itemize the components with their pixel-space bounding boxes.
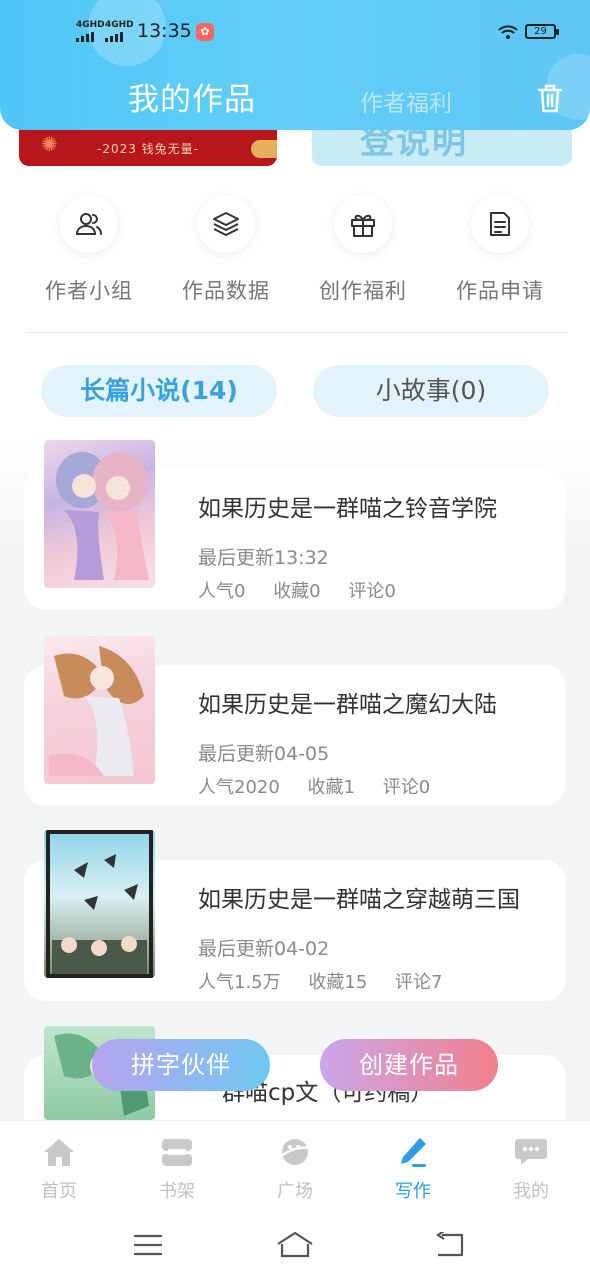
home-button-icon[interactable] — [275, 1230, 315, 1260]
work-favorites: 收藏15 — [308, 972, 368, 993]
nav-mine[interactable]: 我的 — [491, 1135, 571, 1203]
work-stats: 人气0 收藏0 评论0 — [198, 577, 418, 603]
work-updated: 最后更新04-02 — [198, 938, 330, 960]
quick-action-author-group[interactable]: 作者小组 — [24, 195, 154, 305]
home-icon — [19, 1135, 99, 1169]
work-title: 如果历史是一群喵之魔幻大陆 — [198, 692, 497, 718]
group-icon — [60, 195, 118, 253]
quick-action-label: 创作福利 — [319, 279, 407, 303]
battery-icon: 29 — [525, 24, 559, 39]
work-popularity: 人气2020 — [198, 777, 280, 798]
work-cover-image[interactable] — [44, 830, 155, 978]
quick-action-creator-benefits[interactable]: 创作福利 — [298, 195, 428, 305]
nav-home[interactable]: 首页 — [19, 1135, 99, 1203]
bottom-navigation: 首页 书架 广场 写作 我的 — [0, 1120, 590, 1208]
work-title: 如果历史是一群喵之穿越萌三国 — [198, 887, 520, 913]
wifi-icon — [498, 25, 518, 39]
status-bar: 4GHD 4GHD 13:35 ✿ 29 — [0, 18, 590, 48]
pen-icon — [373, 1135, 453, 1169]
quick-action-label: 作品数据 — [182, 279, 270, 303]
work-cover-image[interactable] — [44, 440, 155, 588]
gift-icon — [334, 195, 392, 253]
system-navigation-bar — [0, 1208, 590, 1280]
signal-icon: 4GHD — [105, 21, 134, 42]
app-notification-icon: ✿ — [196, 23, 214, 41]
create-work-button[interactable]: 创建作品 — [320, 1039, 498, 1091]
work-comments: 评论0 — [348, 581, 396, 602]
section-divider — [26, 332, 568, 333]
quick-action-work-data[interactable]: 作品数据 — [161, 195, 291, 305]
banner-left-text: -2023 钱兔无量- — [97, 142, 200, 156]
tab-long-novels[interactable]: 长篇小说(14) — [41, 365, 277, 417]
nav-bookshelf[interactable]: 书架 — [137, 1135, 217, 1203]
bookshelf-icon — [137, 1135, 217, 1169]
trash-icon[interactable] — [536, 82, 564, 114]
nav-label: 首页 — [41, 1181, 77, 1202]
work-stats: 人气1.5万 收藏15 评论7 — [198, 968, 464, 994]
work-favorites: 收藏1 — [307, 777, 355, 798]
tab-short-stories[interactable]: 小故事(0) — [313, 365, 549, 417]
tab-author-benefits[interactable]: 作者福利 — [360, 84, 452, 118]
work-updated: 最后更新13:32 — [198, 547, 329, 569]
tab-my-works[interactable]: 我的作品 — [128, 74, 256, 119]
quick-action-label: 作品申请 — [456, 279, 544, 303]
work-favorites: 收藏0 — [273, 581, 321, 602]
work-comments: 评论7 — [395, 972, 443, 993]
document-icon — [471, 195, 529, 253]
chat-bubble-icon — [491, 1135, 571, 1169]
work-popularity: 人气0 — [198, 581, 246, 602]
scroll-content[interactable]: ✺ -2023 钱兔无量- 登说明 作者小组 作品数据 创作福利 作品申请 长篇… — [0, 0, 590, 1196]
work-popularity: 人气1.5万 — [198, 972, 281, 993]
nav-label: 写作 — [395, 1181, 431, 1202]
signal-label: 4GHD — [105, 20, 134, 30]
work-title: 如果历史是一群喵之铃音学院 — [198, 496, 497, 522]
nav-label: 广场 — [277, 1181, 313, 1202]
quick-action-label: 作者小组 — [45, 279, 133, 303]
top-header: 4GHD 4GHD 13:35 ✿ 29 我的作品 作者福利 — [0, 0, 590, 130]
work-cover-image[interactable] — [44, 636, 155, 784]
work-stats: 人气2020 收藏1 评论0 — [198, 773, 452, 799]
clock: 13:35 — [137, 20, 192, 42]
back-icon[interactable] — [434, 1232, 466, 1258]
signal-icon: 4GHD — [76, 21, 105, 42]
work-updated: 最后更新04-05 — [198, 743, 330, 765]
signal-label: 4GHD — [76, 20, 105, 30]
work-comments: 评论0 — [382, 777, 431, 798]
writing-partner-button[interactable]: 拼字伙伴 — [92, 1039, 270, 1091]
nav-label: 书架 — [159, 1181, 195, 1202]
nav-label: 我的 — [513, 1181, 549, 1202]
nav-plaza[interactable]: 广场 — [255, 1135, 335, 1203]
nav-write[interactable]: 写作 — [373, 1135, 453, 1203]
menu-icon[interactable] — [133, 1233, 163, 1257]
firework-decoration: ✺ — [41, 132, 58, 156]
layers-icon — [197, 195, 255, 253]
quick-action-work-application[interactable]: 作品申请 — [435, 195, 565, 305]
cloud-decoration — [251, 140, 277, 158]
planet-icon — [255, 1135, 335, 1169]
